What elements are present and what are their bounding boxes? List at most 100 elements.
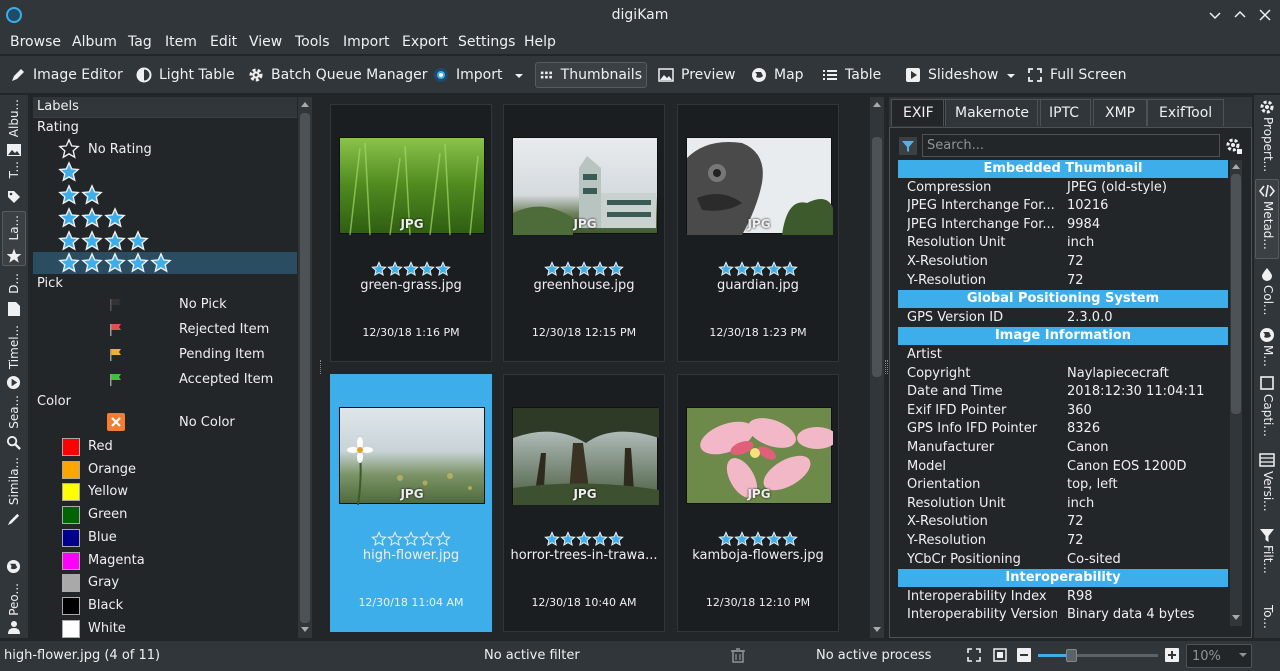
thumbnail-item-selected[interactable]: JPG high-flower.jpg 12/30/18 11:04 AM <box>330 374 492 632</box>
tab-people[interactable]: Peo... <box>3 583 25 616</box>
tab-map[interactable]: M... <box>1257 345 1279 367</box>
tab-makernote[interactable]: Makernote <box>943 99 1041 126</box>
metadata-section-header[interactable]: Interoperability <box>898 569 1228 588</box>
menu-album[interactable]: Album <box>72 34 117 50</box>
metadata-row[interactable]: YCbCr Positioning Co-sited <box>897 551 1227 569</box>
zoom-slider-handle[interactable] <box>1066 649 1077 662</box>
metadata-section-header[interactable]: Global Positioning System <box>898 290 1228 309</box>
thumbnails-button[interactable]: Thumbnails <box>535 62 647 88</box>
rating-row-4[interactable] <box>33 230 297 252</box>
pick-item-none[interactable]: No Pick <box>33 294 297 316</box>
tab-dates[interactable]: D... <box>3 273 25 294</box>
tab-exiftool[interactable]: ExifTool <box>1147 99 1225 126</box>
batch-queue-button[interactable]: Batch Queue Manager <box>244 62 432 88</box>
menu-item[interactable]: Item <box>165 34 197 50</box>
scroll-up-icon[interactable] <box>873 101 881 107</box>
thumbnail-item[interactable]: JPG horror-trees-in-trawa... 12/30/18 10… <box>503 374 665 632</box>
metadata-row[interactable]: GPS Info IFD Pointer 8326 <box>897 420 1227 438</box>
tab-similarity[interactable]: Simila... <box>3 457 25 505</box>
tab-properties[interactable]: Propert... <box>1257 117 1279 172</box>
metadata-row[interactable]: GPS Version ID 2.3.0.0 <box>897 309 1227 327</box>
menu-settings[interactable]: Settings <box>458 34 515 50</box>
metadata-row[interactable]: X-Resolution 72 <box>897 513 1227 531</box>
color-item-none[interactable]: No Color <box>33 412 297 434</box>
tab-exif[interactable]: EXIF <box>891 99 946 126</box>
full-screen-button[interactable]: Full Screen <box>1023 62 1131 88</box>
metadata-section-header[interactable]: Embedded Thumbnail <box>898 160 1228 178</box>
menu-export[interactable]: Export <box>402 34 448 50</box>
color-item-white[interactable]: White <box>33 618 297 640</box>
tab-filters[interactable]: Filt... <box>1257 545 1279 574</box>
tab-tags[interactable]: T... <box>3 161 25 178</box>
thumbnail-item[interactable]: JPG kamboja-flowers.jpg 12/30/18 12:10 P… <box>677 374 839 632</box>
labels-scrollbar[interactable] <box>298 97 312 638</box>
thumbnails-scroll-handle[interactable] <box>872 137 882 377</box>
scroll-up-icon[interactable] <box>301 101 309 107</box>
metadata-scroll-handle[interactable] <box>1231 174 1241 414</box>
rating-row-3[interactable] <box>33 207 297 229</box>
chevron-down-icon[interactable] <box>1238 651 1248 659</box>
zoom-actual-icon[interactable] <box>993 648 1007 662</box>
pick-item-accepted[interactable]: Accepted Item <box>33 369 297 391</box>
rating-row-1[interactable] <box>33 161 297 183</box>
menu-browse[interactable]: Browse <box>10 34 61 50</box>
tab-timeline[interactable]: Timel... <box>3 325 25 369</box>
chevron-down-icon[interactable] <box>514 72 524 80</box>
thumbnail-item[interactable]: JPG green-grass.jpg 12/30/18 1:16 PM <box>330 104 492 362</box>
metadata-row[interactable]: JPEG Interchange For... 9984 <box>897 216 1227 234</box>
thumbnails-scrollbar[interactable] <box>870 97 884 638</box>
menu-import[interactable]: Import <box>343 34 389 50</box>
chevron-down-icon[interactable] <box>1006 72 1016 80</box>
metadata-row[interactable]: Interoperability Version Binary data 4 by… <box>897 606 1227 624</box>
scroll-down-icon[interactable] <box>301 627 309 633</box>
color-item-orange[interactable]: Orange <box>33 459 297 481</box>
color-item-yellow[interactable]: Yellow <box>33 481 297 503</box>
metadata-row[interactable]: Date and Time 2018:12:30 11:04:11 <box>897 383 1227 401</box>
pick-item-pending[interactable]: Pending Item <box>33 344 297 366</box>
splitter-handle[interactable] <box>885 360 888 374</box>
light-table-button[interactable]: Light Table <box>132 62 239 88</box>
menu-help[interactable]: Help <box>524 34 556 50</box>
color-item-blue[interactable]: Blue <box>33 527 297 549</box>
metadata-row[interactable]: Manufacturer Canon <box>897 439 1227 457</box>
color-item-green[interactable]: Green <box>33 504 297 526</box>
trash-icon[interactable] <box>731 648 745 663</box>
thumbnail-item[interactable]: JPG guardian.jpg 12/30/18 1:23 PM <box>677 104 839 362</box>
rating-row-2[interactable] <box>33 184 297 206</box>
maximize-icon[interactable] <box>1233 8 1247 22</box>
metadata-search-input[interactable]: Search... <box>922 134 1220 157</box>
scroll-down-icon[interactable] <box>1232 615 1240 621</box>
rating-row-5[interactable] <box>33 252 297 274</box>
settings-icon[interactable] <box>1225 137 1243 155</box>
metadata-row[interactable]: JPEG Interchange For... 10216 <box>897 197 1227 215</box>
table-button[interactable]: Table <box>818 62 885 88</box>
zoom-in-icon[interactable] <box>1165 648 1179 662</box>
rating-stars[interactable] <box>331 531 491 547</box>
tab-iptc[interactable]: IPTC <box>1037 99 1092 126</box>
metadata-row[interactable]: Y-Resolution 72 <box>897 272 1227 290</box>
metadata-row[interactable]: Compression JPEG (old-style) <box>897 179 1227 197</box>
metadata-section-header[interactable]: Image Information <box>898 327 1228 346</box>
tab-metadata[interactable]: Metad... <box>1257 201 1279 250</box>
metadata-row[interactable]: Orientation top, left <box>897 476 1227 494</box>
rating-stars[interactable] <box>678 261 838 277</box>
color-item-black[interactable]: Black <box>33 595 297 617</box>
tab-tools[interactable]: To... <box>1257 605 1279 629</box>
tab-colors[interactable]: Col... <box>1257 285 1279 316</box>
color-item-gray[interactable]: Gray <box>33 572 297 594</box>
filter-icon[interactable] <box>899 137 917 155</box>
metadata-row[interactable]: Y-Resolution 72 <box>897 532 1227 550</box>
metadata-row[interactable]: Resolution Unit inch <box>897 495 1227 513</box>
scroll-up-icon[interactable] <box>1232 163 1240 169</box>
tab-captions[interactable]: Capti... <box>1257 394 1279 437</box>
rating-stars[interactable] <box>331 261 491 277</box>
menu-tag[interactable]: Tag <box>128 34 152 50</box>
rating-stars[interactable] <box>678 531 838 547</box>
slideshow-button[interactable]: Slideshow <box>901 62 1002 88</box>
metadata-row[interactable]: Exif IFD Pointer 360 <box>897 402 1227 420</box>
tab-labels[interactable]: La... <box>3 215 25 240</box>
rating-row-0[interactable]: No Rating <box>33 138 297 160</box>
labels-scroll-handle[interactable] <box>300 113 310 623</box>
metadata-row[interactable]: Interoperability Index R98 <box>897 588 1227 606</box>
zoom-fit-icon[interactable] <box>967 648 981 662</box>
